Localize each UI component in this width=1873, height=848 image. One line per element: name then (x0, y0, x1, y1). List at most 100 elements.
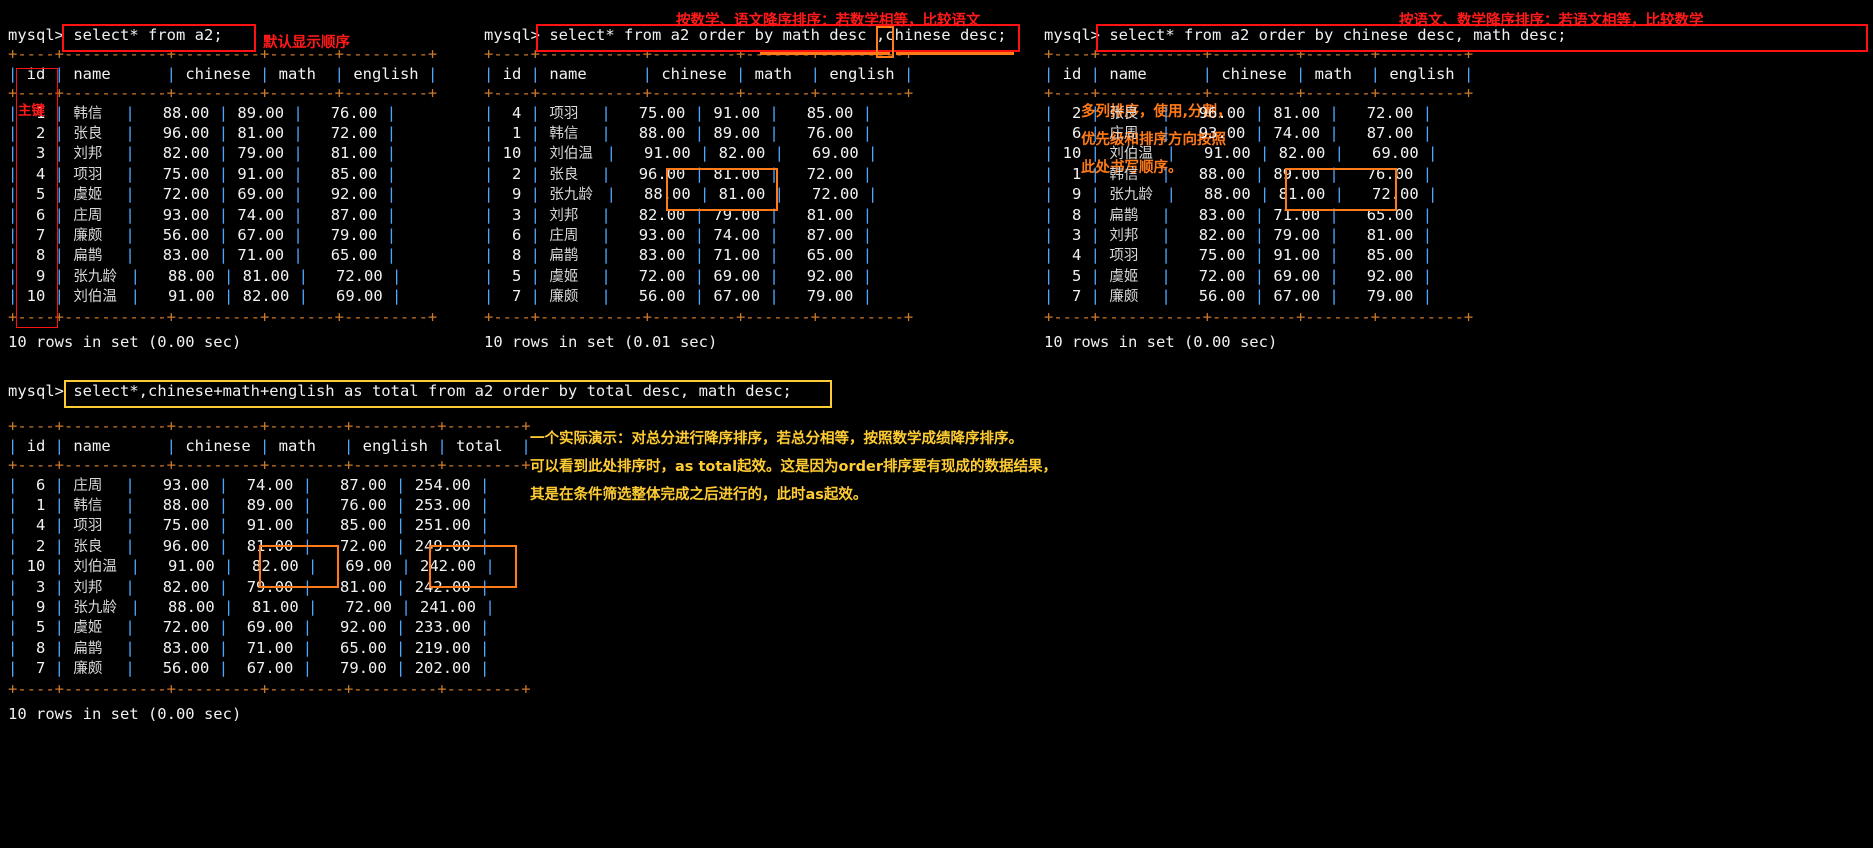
cell-divider: | (45, 598, 74, 617)
cell-chinese: 82.00 (620, 205, 686, 224)
cell-divider: | (209, 246, 238, 265)
cell-math: 82.00 (718, 144, 766, 163)
cell-divider: | (470, 638, 490, 657)
cell-name: 刘邦 (73, 579, 126, 596)
cell-english: 79.00 (321, 659, 387, 678)
query-block-2: mysql> select* from a2 order by math des… (484, 26, 1007, 353)
cell-divider: | (214, 598, 243, 617)
cell-math: 69.00 (237, 618, 294, 637)
cell-divider: | (209, 144, 238, 163)
cell-divider: | (8, 577, 27, 596)
cell-divider: | (382, 266, 402, 285)
cell-divider: | (1161, 103, 1181, 122)
cell-id: 5 (26, 185, 46, 204)
cell-divider: | (1245, 246, 1274, 265)
cell-math: 81.00 (1273, 103, 1321, 122)
cell-divider: | (45, 205, 74, 224)
cell-chinese: 82.00 (144, 144, 210, 163)
cell-chinese: 88.00 (1185, 185, 1251, 204)
cell-divider: | (1166, 185, 1186, 204)
cell-divider: | (293, 516, 322, 535)
cell-divider: | (45, 496, 74, 515)
table-rule-bottom: +----+-----------+---------+-------+----… (484, 307, 914, 326)
cell-divider: | (1245, 226, 1274, 245)
cell-english: 87.00 (312, 205, 378, 224)
cell-english: 69.00 (326, 557, 392, 576)
cell-name: 张良 (73, 126, 126, 143)
cell-divider: | (484, 226, 503, 245)
cell-chinese: 75.00 (1180, 246, 1246, 265)
cell-divider: | (765, 185, 794, 204)
cell-divider: | (386, 536, 415, 555)
cell-divider: | (1245, 164, 1274, 183)
cell-divider: | (601, 205, 621, 224)
cell-chinese: 91.00 (625, 144, 691, 163)
table-row: | 2 | 张良 | 96.00 | 81.00 | 72.00 | (1044, 104, 1567, 124)
sql-command-4[interactable]: select*,chinese+math+english as total fr… (73, 382, 792, 400)
cell-divider: | (858, 185, 878, 204)
cell-divider: | (209, 659, 238, 678)
cell-divider: | (130, 266, 150, 285)
prompt-line-4: mysql> select*,chinese+math+english as t… (8, 382, 792, 401)
cell-chinese: 88.00 (144, 496, 210, 515)
table-row: | 8 | 扁鹊 | 83.00 | 71.00 | 65.00 | (1044, 206, 1567, 226)
cell-divider: | (685, 246, 714, 265)
cell-chinese: 83.00 (144, 246, 210, 265)
cell-divider: | (289, 266, 318, 285)
cell-divider: | (8, 226, 27, 245)
cell-chinese: 82.00 (144, 577, 210, 596)
cell-divider: | (690, 144, 719, 163)
cell-english: 65.00 (1348, 205, 1414, 224)
cell-id: 10 (502, 144, 522, 163)
cell-divider: | (470, 516, 490, 535)
cell-divider: | (125, 103, 145, 122)
cell-divider: | (476, 557, 495, 576)
cell-english: 76.00 (788, 124, 854, 143)
cell-divider: | (1413, 103, 1433, 122)
cell-name: 张良 (549, 166, 602, 183)
cell-chinese: 75.00 (144, 164, 210, 183)
cell-divider: | (476, 598, 495, 617)
cell-english: 92.00 (312, 185, 378, 204)
cell-divider: | (521, 103, 550, 122)
table-rule-mid: +----+-----------+---------+-------+----… (8, 84, 438, 103)
cell-divider: | (386, 577, 415, 596)
status-line-1: 10 rows in set (0.00 sec) (8, 333, 242, 352)
cell-divider: | (1044, 103, 1063, 122)
cell-divider: | (8, 124, 27, 143)
cell-chinese: 96.00 (620, 164, 686, 183)
cell-divider: | (45, 659, 74, 678)
sql-command-1[interactable]: select* from a2; (73, 26, 222, 44)
result-table-1: +----+-----------+---------+-------+----… (8, 45, 437, 327)
cell-math: 69.00 (1273, 266, 1321, 285)
status-line-4: 10 rows in set (0.00 sec) (8, 705, 242, 724)
cell-divider: | (8, 618, 27, 637)
cell-divider: | (1245, 205, 1274, 224)
cell-id: 8 (26, 246, 46, 265)
cell-total: 241.00 (420, 598, 476, 617)
cell-divider: | (8, 246, 27, 265)
cell-math: 79.00 (237, 577, 294, 596)
cell-divider: | (8, 598, 27, 617)
cell-divider: | (293, 496, 322, 515)
cell-divider: | (685, 226, 714, 245)
cell-id: 6 (502, 226, 522, 245)
cell-math: 89.00 (237, 496, 294, 515)
cell-english: 72.00 (1348, 103, 1414, 122)
cell-divider: | (125, 205, 145, 224)
cell-divider: | (601, 164, 621, 183)
cell-english: 65.00 (312, 246, 378, 265)
cell-id: 10 (26, 557, 46, 576)
cell-divider: | (1413, 164, 1433, 183)
cell-chinese: 72.00 (144, 618, 210, 637)
cell-divider: | (521, 226, 550, 245)
cell-name: 项羽 (1109, 248, 1162, 265)
cell-chinese: 56.00 (144, 659, 210, 678)
cell-divider: | (470, 496, 490, 515)
table-rule-mid: +----+-----------+---------+-------+----… (484, 84, 914, 103)
cell-divider: | (45, 266, 74, 285)
table-row: | 2 | 张良 | 96.00 | 81.00 | 72.00 | (484, 165, 1007, 185)
cell-math: 67.00 (713, 287, 761, 306)
table-rule-top: +----+-----------+---------+-------+----… (1044, 45, 1474, 64)
cell-id: 7 (26, 659, 46, 678)
